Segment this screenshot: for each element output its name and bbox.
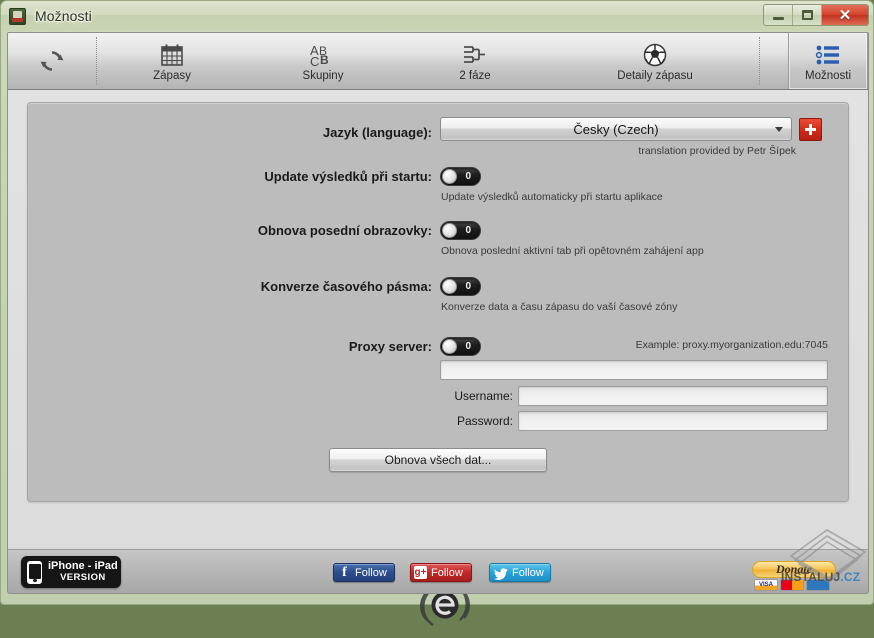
toolbar-item-detaily[interactable]: Detaily zápasu bbox=[551, 33, 759, 89]
googleplus-follow-button[interactable]: g+ Follow bbox=[410, 563, 472, 582]
language-select[interactable]: Česky (Czech) bbox=[440, 117, 792, 141]
facebook-follow-button[interactable]: f Follow bbox=[333, 563, 395, 582]
update-on-start-label: Update výsledků při startu: bbox=[264, 169, 432, 184]
restore-screen-toggle[interactable]: 0 bbox=[440, 221, 481, 240]
timezone-state: 0 bbox=[465, 281, 471, 292]
restore-screen-hint: Obnova poslední aktivní tab při opětovné… bbox=[441, 245, 704, 257]
proxy-example: Example: proxy.myorganization.edu:7045 bbox=[635, 339, 828, 351]
timezone-label: Konverze časového pásma: bbox=[260, 279, 432, 294]
application-window: Možnosti ✕ Zápasy A B C B Skupiny 2 fáze… bbox=[0, 0, 874, 626]
close-button[interactable]: ✕ bbox=[822, 5, 868, 25]
proxy-toggle[interactable]: 0 bbox=[440, 337, 481, 356]
abc-icon: A B C B bbox=[308, 41, 338, 69]
close-icon: ✕ bbox=[838, 6, 852, 24]
minimize-icon bbox=[772, 17, 784, 20]
proxy-password-label: Password: bbox=[456, 414, 513, 428]
toolbar-item-zapasy[interactable]: Zápasy bbox=[97, 33, 247, 89]
restore-screen-label-wrap: Obnova posední obrazovky: bbox=[28, 223, 432, 238]
proxy-username-label: Username: bbox=[454, 389, 513, 403]
googleplus-follow-label: Follow bbox=[431, 566, 463, 579]
toolbar-label-skupiny: Skupiny bbox=[302, 69, 344, 82]
window-title: Možnosti bbox=[35, 8, 92, 24]
iphone-badge-line2: VERSION bbox=[60, 571, 106, 583]
restore-screen-label: Obnova posední obrazovky: bbox=[257, 223, 432, 238]
facebook-icon: f bbox=[342, 564, 347, 580]
toolbar-item-skupiny[interactable]: A B C B Skupiny bbox=[247, 33, 399, 89]
title-bar: Možnosti ✕ bbox=[1, 1, 873, 31]
toolbar-separator-right bbox=[759, 37, 760, 85]
maximize-button[interactable] bbox=[793, 5, 822, 25]
twitter-follow-label: Follow bbox=[512, 566, 544, 579]
maximize-icon bbox=[801, 10, 813, 20]
timezone-label-wrap: Konverze časového pásma: bbox=[28, 279, 432, 294]
timezone-toggle[interactable]: 0 bbox=[440, 277, 481, 296]
proxy-host-input[interactable] bbox=[440, 360, 828, 380]
iphone-ipad-version-badge[interactable]: iPhone - iPad VERSION bbox=[21, 556, 121, 588]
twitter-follow-button[interactable]: Follow bbox=[489, 563, 551, 582]
language-row: Česky (Czech) bbox=[440, 117, 822, 141]
toolbar-item-moznosti[interactable]: Možnosti bbox=[788, 33, 868, 89]
proxy-username-input[interactable] bbox=[518, 386, 828, 406]
app-icon bbox=[9, 8, 26, 25]
content-area: Jazyk (language): Česky (Czech) translat… bbox=[7, 90, 869, 626]
svg-text:C: C bbox=[310, 54, 319, 68]
language-label: Jazyk (language): bbox=[322, 125, 432, 140]
toolbar-label-detaily: Detaily zápasu bbox=[617, 69, 693, 82]
proxy-label-wrap: Proxy server: bbox=[28, 339, 432, 354]
translation-credit: translation provided by Petr Šípek bbox=[638, 145, 796, 157]
proxy-label: Proxy server: bbox=[348, 339, 432, 354]
refresh-icon bbox=[39, 47, 65, 75]
add-language-button[interactable] bbox=[799, 117, 822, 141]
timezone-hint: Konverze data a času zápasu do vaší časo… bbox=[441, 301, 678, 313]
facebook-follow-label: Follow bbox=[355, 566, 387, 579]
toggle-knob bbox=[442, 279, 457, 294]
main-toolbar: Zápasy A B C B Skupiny 2 fáze Detaily zá… bbox=[7, 32, 869, 90]
restore-screen-state: 0 bbox=[465, 225, 471, 236]
toolbar-item-refresh[interactable] bbox=[8, 33, 96, 89]
toolbar-label-moznosti: Možnosti bbox=[804, 69, 852, 82]
watermark-text-part1: INSTALUJ bbox=[781, 570, 841, 584]
toggle-knob bbox=[442, 223, 457, 238]
update-on-start-state: 0 bbox=[465, 171, 471, 182]
iphone-badge-text: iPhone - iPad VERSION bbox=[48, 561, 118, 583]
footer-bar: iPhone - iPad VERSION f Follow g+ Follow… bbox=[7, 549, 869, 594]
proxy-password-input[interactable] bbox=[518, 411, 828, 431]
toggle-knob bbox=[442, 169, 457, 184]
visa-card-icon: VISA bbox=[754, 579, 778, 591]
settings-panel: Jazyk (language): Česky (Czech) translat… bbox=[27, 102, 849, 502]
update-on-start-hint: Update výsledků automaticky při startu a… bbox=[441, 191, 663, 203]
calendar-icon bbox=[159, 41, 185, 69]
proxy-state: 0 bbox=[465, 341, 471, 352]
toolbar-label-zapasy: Zápasy bbox=[153, 69, 191, 82]
language-label-wrap: Jazyk (language): bbox=[28, 125, 432, 140]
svg-text:B: B bbox=[320, 53, 329, 67]
phone-icon bbox=[27, 560, 42, 584]
chevron-down-icon bbox=[775, 127, 783, 132]
bracket-icon bbox=[462, 41, 488, 69]
window-controls: ✕ bbox=[763, 4, 869, 26]
twitter-bird-icon bbox=[494, 567, 508, 580]
toolbar-item-faze[interactable]: 2 fáze bbox=[399, 33, 551, 89]
update-on-start-toggle[interactable]: 0 bbox=[440, 167, 481, 186]
list-icon bbox=[815, 41, 841, 69]
language-selected-value: Česky (Czech) bbox=[573, 121, 659, 137]
toolbar-label-faze: 2 fáze bbox=[459, 69, 491, 82]
watermark-text: INSTALUJ.CZ bbox=[781, 570, 860, 584]
update-on-start-label-wrap: Update výsledků při startu: bbox=[28, 169, 432, 184]
watermark-text-part2: .CZ bbox=[840, 570, 861, 584]
reset-all-data-button[interactable]: Obnova všech dat... bbox=[329, 448, 547, 472]
googleplus-icon: g+ bbox=[414, 566, 427, 579]
minimize-button[interactable] bbox=[764, 5, 793, 25]
soccer-ball-icon bbox=[642, 41, 668, 69]
toggle-knob bbox=[442, 339, 457, 354]
